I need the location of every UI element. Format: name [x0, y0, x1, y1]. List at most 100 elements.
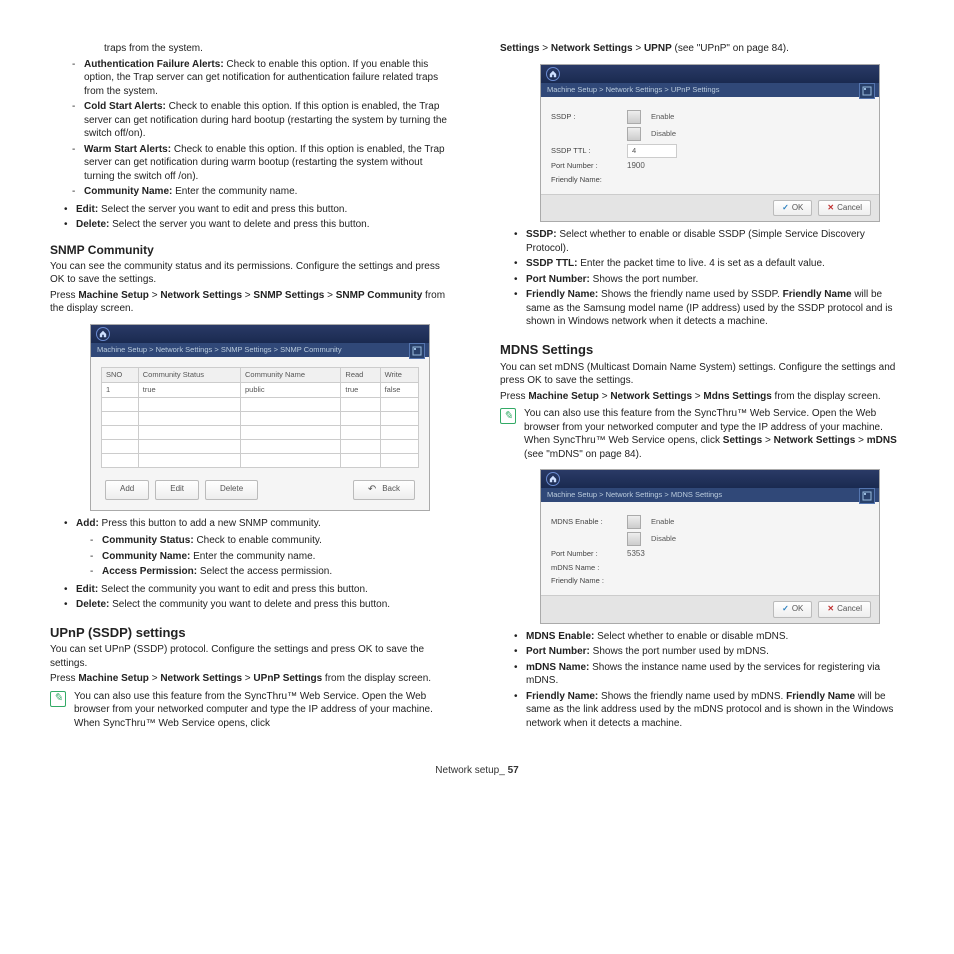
panel-icon[interactable]	[859, 488, 875, 504]
b: mDNS	[867, 435, 897, 446]
t: You can see the community status and its…	[50, 261, 440, 286]
b: Port Number:	[526, 274, 590, 285]
check-icon: ✓	[782, 203, 789, 214]
b: SNMP Community	[336, 290, 423, 301]
ok-button[interactable]: ✓OK	[773, 601, 812, 618]
b: Friendly Name:	[526, 289, 598, 300]
cancel-button[interactable]: ✕Cancel	[818, 601, 871, 618]
b: Machine Setup	[78, 673, 149, 684]
panel-icon[interactable]	[409, 343, 425, 359]
opt: Enable	[651, 517, 674, 527]
note: ✎ You can also use this feature from the…	[50, 690, 454, 731]
back-button[interactable]: Back	[353, 480, 415, 500]
b: Friendly Name:	[526, 691, 598, 702]
td: public	[241, 382, 341, 397]
b: Community Name:	[84, 186, 172, 197]
note: ✎ You can also use this feature from the…	[500, 407, 904, 461]
table-row[interactable]	[102, 412, 419, 426]
home-icon[interactable]	[546, 67, 560, 81]
radio-enable[interactable]	[627, 515, 641, 529]
b: Access Permission:	[102, 566, 197, 577]
t: Select whether to enable or disable SSDP…	[526, 229, 865, 254]
b: Network Settings	[160, 673, 242, 684]
t: You can set mDNS (Multicast Domain Name …	[500, 362, 895, 387]
breadcrumb-text: Machine Setup > Network Settings > SNMP …	[97, 345, 342, 354]
mock-body: SNO Community Status Community Name Read…	[91, 357, 429, 510]
radio-enable[interactable]	[627, 110, 641, 124]
th[interactable]: Community Name	[241, 367, 341, 382]
opt: Disable	[651, 129, 676, 139]
p-path: Press Machine Setup > Network Settings >…	[500, 390, 904, 404]
b: Delete:	[76, 219, 109, 230]
b: SSDP:	[526, 229, 557, 240]
home-icon[interactable]	[546, 472, 560, 486]
t: Enter the community name.	[190, 551, 315, 562]
page-number: 57	[508, 765, 519, 776]
footer-label: Network setup	[435, 765, 499, 776]
t: Shows the port number used by mDNS.	[590, 646, 769, 657]
t: Enter the community name.	[172, 186, 297, 197]
right-column: Settings > Network Settings > UPNP (see …	[500, 40, 904, 734]
note-text: You can also use this feature from the S…	[524, 407, 904, 461]
s: >	[324, 290, 335, 301]
b: Port Number:	[526, 646, 590, 657]
list-mdns-fields: MDNS Enable: Select whether to enable or…	[500, 630, 904, 731]
left-column: traps from the system. Authentication Fa…	[50, 40, 454, 734]
b: UPnP Settings	[253, 673, 322, 684]
b: SNMP Settings	[253, 290, 324, 301]
b: Edit:	[76, 204, 98, 215]
radio-disable[interactable]	[627, 127, 641, 141]
t: Shows the port number.	[590, 274, 698, 285]
table-row[interactable]	[102, 454, 419, 468]
b: mDNS Name:	[526, 662, 592, 673]
list-edit-delete-2: Edit: Select the community you want to e…	[50, 583, 454, 612]
label: SSDP TTL :	[551, 146, 621, 156]
b: Cold Start Alerts:	[84, 101, 166, 112]
panel-icon[interactable]	[859, 83, 875, 99]
label: Friendly Name :	[551, 576, 621, 586]
label: mDNS Name :	[551, 563, 621, 573]
s: >	[633, 43, 644, 54]
td: true	[341, 382, 380, 397]
p-path: Press Machine Setup > Network Settings >…	[50, 672, 454, 686]
home-icon[interactable]	[96, 327, 110, 341]
note-icon: ✎	[500, 408, 516, 424]
value: 1900	[627, 161, 645, 172]
th[interactable]: Community Status	[138, 367, 240, 382]
t: Press	[50, 290, 78, 301]
radio-disable[interactable]	[627, 532, 641, 546]
b: Machine Setup	[528, 391, 599, 402]
table-row[interactable]	[102, 398, 419, 412]
mock-body: SSDP :Enable Disable SSDP TTL :4 Port Nu…	[541, 97, 879, 194]
close-icon: ✕	[827, 203, 834, 214]
breadcrumb-text: Machine Setup > Network Settings > MDNS …	[547, 490, 722, 499]
th[interactable]: Read	[341, 367, 380, 382]
b: Network Settings	[774, 435, 856, 446]
ttl-input[interactable]: 4	[627, 144, 677, 158]
b: SSDP TTL:	[526, 258, 577, 269]
delete-button[interactable]: Delete	[205, 480, 258, 500]
t: Press	[50, 673, 78, 684]
edit-button[interactable]: Edit	[155, 480, 199, 500]
b: Network Settings	[160, 290, 242, 301]
b: Delete:	[76, 599, 109, 610]
t: from the display screen.	[772, 391, 881, 402]
t: Shows the friendly name used by mDNS.	[598, 691, 786, 702]
s: >	[242, 673, 253, 684]
add-button[interactable]: Add	[105, 480, 149, 500]
table-row[interactable]	[102, 440, 419, 454]
th[interactable]: Write	[380, 367, 418, 382]
b: Machine Setup	[78, 290, 149, 301]
table-row[interactable]: 1 true public true false	[102, 382, 419, 397]
b2: Friendly Name	[786, 691, 855, 702]
opt: Enable	[651, 112, 674, 122]
label: Port Number :	[551, 549, 621, 559]
list-alerts: Authentication Failure Alerts: Check to …	[50, 58, 454, 199]
th[interactable]: SNO	[102, 367, 139, 382]
breadcrumb: Machine Setup > Network Settings > SNMP …	[91, 343, 429, 357]
t: OK	[792, 604, 804, 615]
table-row[interactable]	[102, 426, 419, 440]
cancel-button[interactable]: ✕Cancel	[818, 200, 871, 217]
ok-button[interactable]: ✓OK	[773, 200, 812, 217]
t: Press	[500, 391, 528, 402]
